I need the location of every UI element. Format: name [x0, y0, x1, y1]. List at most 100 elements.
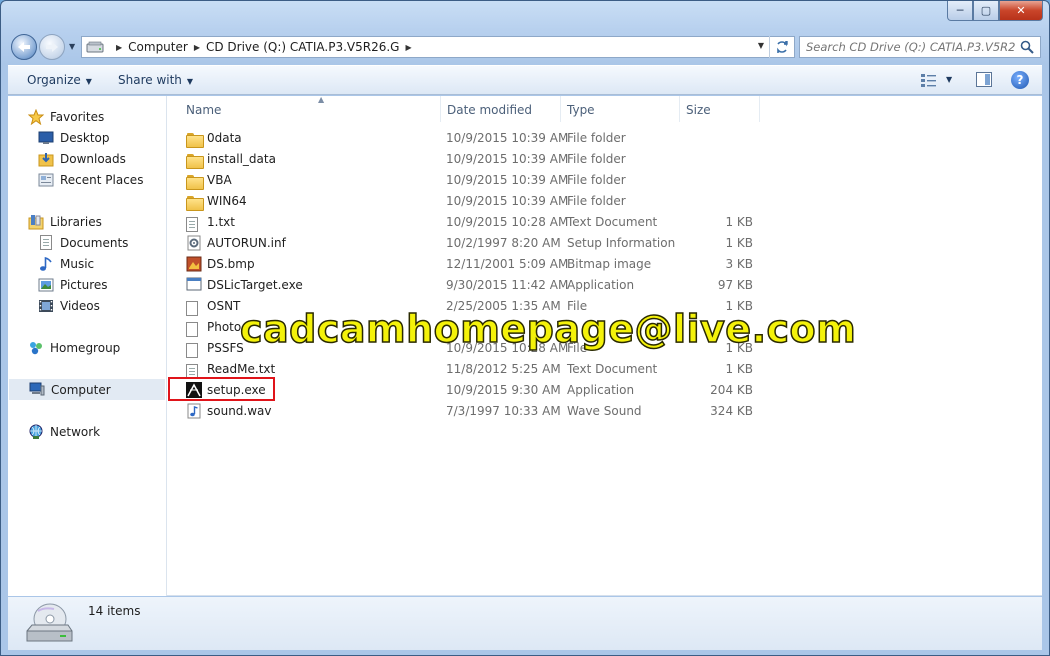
file-row[interactable]: DSLicTarget.exe 9/30/2015 11:42 AM Applica…	[168, 275, 768, 296]
sidebar-item-homegroup[interactable]: Homegroup	[8, 337, 166, 358]
forward-button[interactable]	[39, 34, 65, 60]
column-header-date[interactable]: Date modified	[441, 96, 561, 122]
help-button[interactable]: ?	[1011, 71, 1029, 89]
file-row[interactable]: WIN64 10/9/2015 10:39 AM File folder	[168, 191, 768, 212]
maximize-button[interactable]: ▢	[973, 1, 999, 21]
change-view-icon[interactable]	[920, 72, 938, 88]
recent-places-icon	[38, 172, 54, 188]
sidebar-item-label: Documents	[60, 235, 129, 250]
sidebar-item-computer[interactable]: Computer	[9, 379, 165, 400]
details-pane: 14 items	[8, 597, 1042, 650]
file-name: DS.bmp	[207, 257, 255, 271]
item-count: 14 items	[88, 604, 141, 618]
music-icon	[38, 256, 54, 272]
command-bar: Organize ▼ Share with ▼ ▼ ?	[8, 65, 1042, 95]
file-name: AUTORUN.inf	[207, 236, 286, 250]
desktop-icon	[38, 130, 54, 146]
main-area: Favorites Desktop Downloads Recent Place…	[8, 95, 1042, 596]
libraries-icon	[28, 214, 44, 230]
view-options-dropdown-icon[interactable]: ▼	[946, 75, 952, 84]
file-row[interactable]: DS.bmp 12/11/2001 5:09 AM Bitmap image 3 KB	[168, 254, 768, 275]
file-name: WIN64	[207, 194, 247, 208]
breadcrumb-cd-drive[interactable]: CD Drive (Q:) CATIA.P3.V5R26.G	[206, 40, 400, 54]
column-header-type[interactable]: Type	[561, 96, 680, 122]
file-row[interactable]: install_data 10/9/2015 10:39 AM File folde…	[168, 149, 768, 170]
computer-group: Computer	[8, 379, 166, 400]
column-headers: Name ▲ Date modified Type Size	[168, 95, 1042, 122]
close-button[interactable]: ✕	[999, 1, 1043, 21]
file-type: Text Document	[567, 362, 658, 376]
minimize-button[interactable]: ─	[947, 1, 973, 21]
navigation-pane: Favorites Desktop Downloads Recent Place…	[8, 96, 167, 596]
search-box[interactable]	[799, 36, 1041, 58]
file-date-modified: 7/3/1997 10:33 AM	[446, 404, 561, 418]
file-date-modified: 12/11/2001 5:09 AM	[446, 257, 569, 271]
sidebar-item-network[interactable]: Network	[8, 421, 166, 442]
star-icon	[28, 108, 44, 125]
file-date-modified: 10/9/2015 10:39 AM	[446, 131, 569, 145]
search-icon[interactable]	[1020, 40, 1034, 54]
share-with-menu[interactable]: Share with ▼	[118, 73, 193, 87]
column-header-label: Type	[567, 103, 595, 117]
file-row[interactable]: AUTORUN.inf 10/2/1997 8:20 AM Setup Inform…	[168, 233, 768, 254]
file-size: 1 KB	[725, 362, 753, 376]
documents-icon	[38, 235, 54, 251]
column-header-label: Name	[186, 103, 222, 117]
column-header-size[interactable]: Size	[680, 96, 760, 122]
chevron-down-icon: ▼	[85, 77, 92, 86]
address-bar[interactable]: ▶ Computer ▶ CD Drive (Q:) CATIA.P3.V5R2…	[81, 36, 795, 58]
file-type: File folder	[567, 152, 626, 166]
file-type: Text Document	[567, 215, 658, 229]
sidebar-item-pictures[interactable]: Pictures	[8, 274, 166, 295]
pictures-icon	[38, 277, 54, 293]
file-row[interactable]: 0data 10/9/2015 10:39 AM File folder	[168, 128, 768, 149]
back-button[interactable]	[11, 34, 37, 60]
breadcrumb-separator-icon[interactable]: ▶	[116, 43, 122, 52]
file-size: 3 KB	[725, 257, 753, 271]
explorer-window: ─ ▢ ✕ ▼ ▶ Computer ▶ CD Drive (Q:) CATIA…	[0, 0, 1050, 656]
recent-pages-dropdown-icon[interactable]: ▼	[69, 42, 75, 51]
file-list: Name ▲ Date modified Type Size 0data 10/9…	[168, 95, 1042, 596]
refresh-button[interactable]	[769, 36, 793, 58]
folder-icon	[186, 151, 204, 169]
downloads-icon	[38, 151, 54, 167]
file-size: 1 KB	[725, 215, 753, 229]
breadcrumb-separator-icon[interactable]: ▶	[405, 43, 411, 52]
search-input[interactable]	[806, 40, 1016, 54]
sidebar-item-music[interactable]: Music	[8, 253, 166, 274]
file-type: Setup Information	[567, 236, 676, 250]
file-icon	[186, 340, 202, 358]
homegroup-group: Homegroup	[8, 337, 166, 358]
network-icon	[28, 424, 44, 440]
file-name: OSNT	[207, 299, 241, 313]
file-date-modified: 9/30/2015 11:42 AM	[446, 278, 569, 292]
drive-icon	[86, 41, 104, 53]
sidebar-item-videos[interactable]: Videos	[8, 295, 166, 316]
file-row[interactable]: 1.txt 10/9/2015 10:28 AM Text Document 1 KB	[168, 212, 768, 233]
file-name: install_data	[207, 152, 276, 166]
caption-buttons: ─ ▢ ✕	[947, 1, 1043, 21]
address-history-dropdown-icon[interactable]: ▼	[758, 41, 764, 50]
file-type: Application	[567, 383, 635, 397]
column-header-name[interactable]: Name ▲	[180, 95, 441, 122]
organize-menu[interactable]: Organize ▼	[27, 73, 92, 87]
breadcrumb-computer[interactable]: Computer	[128, 40, 188, 54]
file-row[interactable]: VBA 10/9/2015 10:39 AM File folder	[168, 170, 768, 191]
file-size: 324 KB	[710, 404, 753, 418]
file-type: File folder	[567, 173, 626, 187]
file-name: 1.txt	[207, 215, 235, 229]
file-type: File folder	[567, 194, 626, 208]
sidebar-item-libraries[interactable]: Libraries	[8, 211, 166, 232]
file-row[interactable]: sound.wav 7/3/1997 10:33 AM Wave Sound 324 …	[168, 401, 768, 422]
file-row[interactable]: setup.exe 10/9/2015 9:30 AM Application 204…	[168, 377, 768, 401]
file-name: DSLicTarget.exe	[207, 278, 303, 292]
sidebar-item-desktop[interactable]: Desktop	[8, 127, 166, 148]
breadcrumb-separator-icon[interactable]: ▶	[194, 43, 200, 52]
setup-app-icon	[186, 382, 202, 398]
sidebar-item-downloads[interactable]: Downloads	[8, 148, 166, 169]
preview-pane-button[interactable]	[976, 72, 992, 87]
sidebar-item-recent-places[interactable]: Recent Places	[8, 169, 166, 190]
sidebar-item-favorites[interactable]: Favorites	[8, 106, 166, 127]
sidebar-item-documents[interactable]: Documents	[8, 232, 166, 253]
file-date-modified: 10/9/2015 9:30 AM	[446, 383, 561, 397]
